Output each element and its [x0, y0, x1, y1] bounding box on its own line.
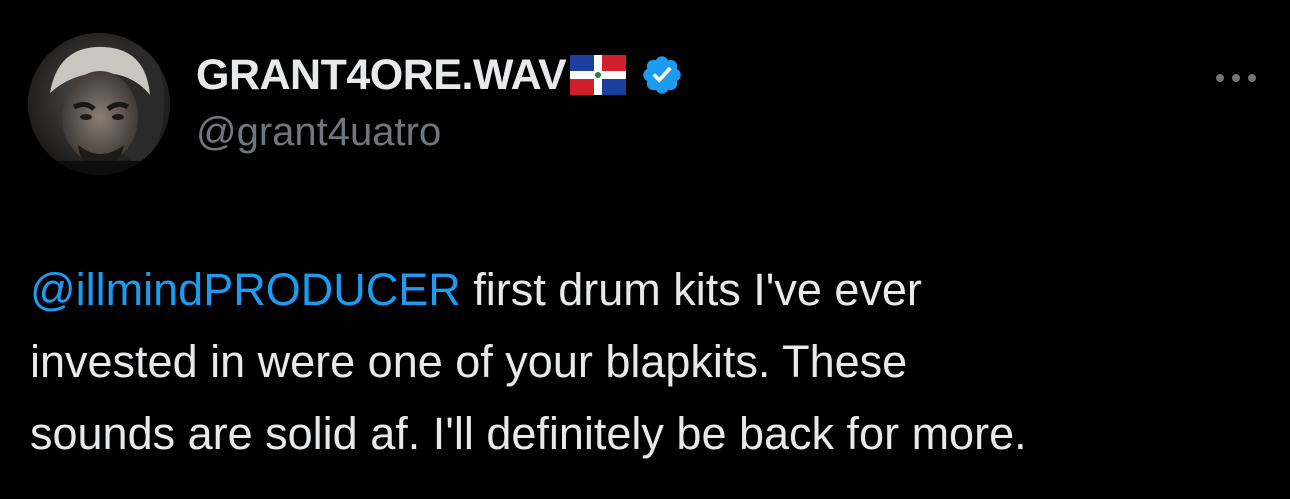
author-avatar[interactable]	[28, 33, 170, 175]
verified-badge-icon[interactable]	[640, 53, 684, 97]
author-display-name[interactable]: GRANT4ORE.WAV	[196, 51, 567, 100]
dominican-republic-flag-icon	[570, 55, 627, 95]
author-name-row: GRANT4ORE.WAV	[196, 48, 684, 102]
mention-link[interactable]: @illmindPRODUCER	[30, 264, 461, 315]
tweet-card: GRANT4ORE.WAV @grant4uatro @illmindPRODU…	[0, 0, 1290, 499]
more-options-icon[interactable]	[1208, 58, 1264, 98]
tweet-text: @illmindPRODUCER first drum kits I've ev…	[30, 254, 1260, 470]
author-handle[interactable]: @grant4uatro	[196, 110, 441, 155]
avatar-image	[28, 33, 170, 175]
